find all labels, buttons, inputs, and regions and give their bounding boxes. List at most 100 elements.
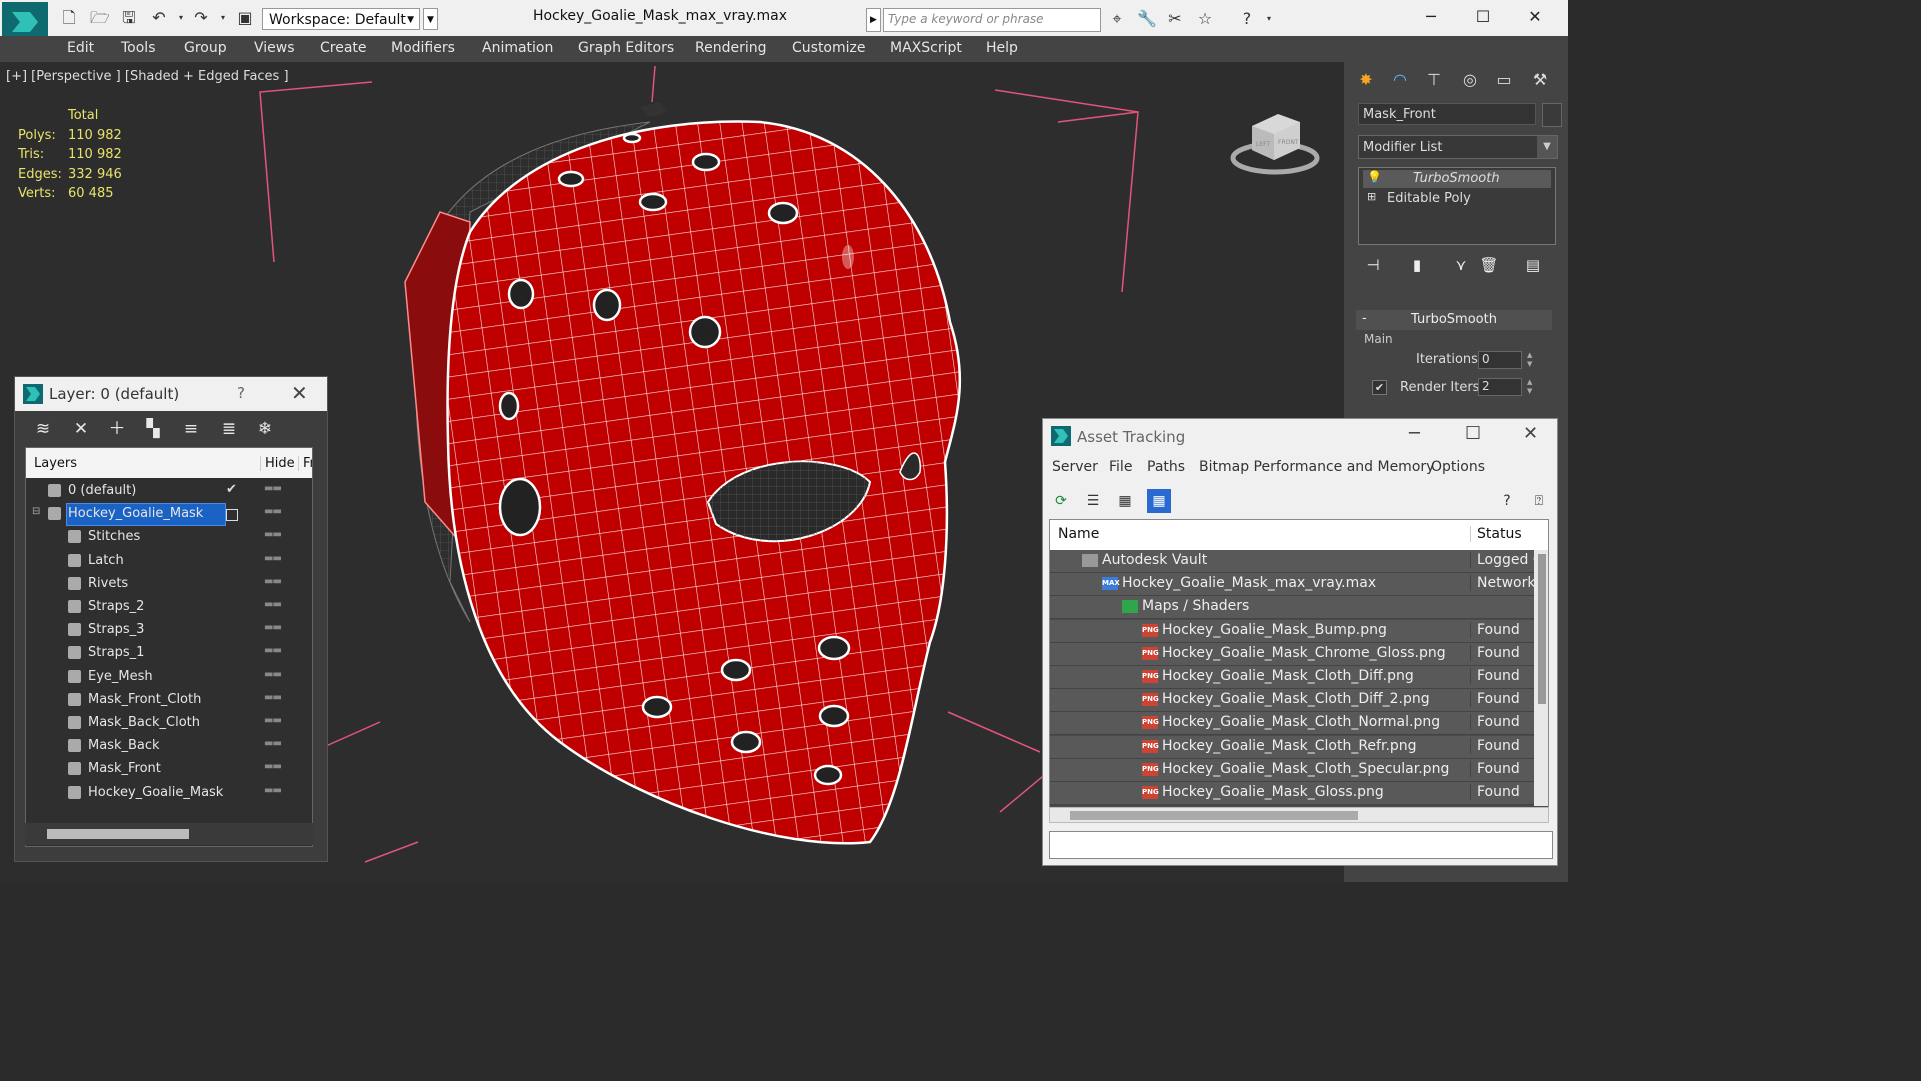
hierarchy-tab-icon[interactable]: ⊤ xyxy=(1420,68,1448,92)
table-view-icon[interactable]: ▦ xyxy=(1147,489,1171,513)
hide-toggle[interactable]: ▬▬ xyxy=(264,692,282,703)
save-icon[interactable]: 🖫 xyxy=(120,10,138,26)
column-freeze[interactable]: Fr xyxy=(298,456,312,471)
asset-row[interactable]: Maps / Shaders xyxy=(1050,596,1534,620)
display-tab-icon[interactable]: ▭ xyxy=(1490,68,1518,92)
menu-group[interactable]: Group xyxy=(184,40,227,56)
expand-plus-icon[interactable]: ⊞ xyxy=(1367,190,1376,203)
favorite-star-icon[interactable]: ☆ xyxy=(1194,8,1216,30)
make-unique-icon[interactable]: ⋎ xyxy=(1450,254,1472,276)
menu-help[interactable]: Help xyxy=(986,40,1018,56)
column-status[interactable]: Status xyxy=(1470,526,1522,542)
menu-maxscript[interactable]: MAXScript xyxy=(890,40,962,56)
workspace-selector[interactable]: Workspace: Default ▼ xyxy=(262,8,420,30)
create-layer-icon[interactable]: ＋ xyxy=(105,417,129,441)
asset-row[interactable]: Autodesk Vault Logged O xyxy=(1050,550,1541,573)
viewport-label[interactable]: [+] [Perspective ] [Shaded + Edged Faces… xyxy=(6,69,289,84)
hide-toggle[interactable]: ▬▬ xyxy=(264,553,282,564)
select-layer-icon[interactable]: ≡ xyxy=(179,417,203,441)
hide-toggle[interactable]: ▬▬ xyxy=(264,599,282,610)
layer-row[interactable]: Mask_Back ▬▬ xyxy=(26,735,312,758)
modify-tab-icon[interactable]: ◠ xyxy=(1386,68,1414,92)
layer-row[interactable]: Hockey_Goalie_Mask ▬▬ xyxy=(26,782,312,805)
asset-menu-bitmap-performance[interactable]: Bitmap Performance and Memory xyxy=(1199,459,1434,475)
asset-row[interactable]: PNG Hockey_Goalie_Mask_Chrome_Gloss.png Fo… xyxy=(1050,642,1534,666)
help-icon[interactable]: ? xyxy=(237,384,245,402)
object-color-swatch[interactable] xyxy=(1542,103,1562,127)
select-objects-icon[interactable]: ▚ xyxy=(141,417,165,441)
pin-stack-icon[interactable]: ⊣ xyxy=(1362,254,1384,276)
layer-row[interactable]: Mask_Front ▬▬ xyxy=(26,758,312,781)
create-tab-icon[interactable]: ✸ xyxy=(1352,68,1380,92)
lightbulb-icon[interactable]: 💡 xyxy=(1367,170,1382,184)
asset-horizontal-scrollbar[interactable] xyxy=(1049,807,1549,823)
viewcube[interactable]: LEFT FRONT xyxy=(1230,106,1320,180)
freeze-all-icon[interactable]: ❄ xyxy=(253,417,277,441)
render-iters-field[interactable]: 2 xyxy=(1478,378,1522,396)
menu-tools[interactable]: Tools xyxy=(121,40,156,56)
layer-row[interactable]: Eye_Mesh ▬▬ xyxy=(26,666,312,689)
layer-row[interactable]: Mask_Back_Cloth ▬▬ xyxy=(26,712,312,735)
menu-graph-editors[interactable]: Graph Editors xyxy=(578,40,674,56)
column-name[interactable]: Name xyxy=(1058,526,1099,542)
layer-row[interactable]: Stitches ▬▬ xyxy=(26,526,312,549)
menu-modifiers[interactable]: Modifiers xyxy=(391,40,455,56)
asset-row[interactable]: MAX Hockey_Goalie_Mask_max_vray.max Networ… xyxy=(1050,573,1535,597)
layer-row[interactable]: Straps_3 ▬▬ xyxy=(26,619,312,642)
render-iters-spinner[interactable]: ▲ ▼ xyxy=(1527,378,1535,396)
asset-row[interactable]: PNG Hockey_Goalie_Mask_Cloth_Normal.png Fo… xyxy=(1050,712,1534,736)
asset-row[interactable]: PNG Hockey_Goalie_Mask_Gloss.png Found xyxy=(1050,782,1534,805)
binoculars-icon[interactable]: ⌖ xyxy=(1106,8,1128,30)
scrollbar-thumb[interactable] xyxy=(1070,811,1358,820)
object-name-field[interactable]: Mask_Front xyxy=(1358,103,1536,125)
column-layers[interactable]: Layers xyxy=(34,456,77,471)
close-icon[interactable]: ✕ xyxy=(1520,5,1550,29)
hide-toggle[interactable]: ▬▬ xyxy=(264,761,282,772)
layer-horizontal-scrollbar[interactable] xyxy=(25,823,313,845)
iterations-field[interactable]: 0 xyxy=(1478,351,1522,369)
layer-add-selection-icon[interactable]: ≋ xyxy=(31,417,55,441)
help-icon[interactable]: ? xyxy=(1236,8,1258,30)
asset-menu-server[interactable]: Server xyxy=(1052,459,1098,475)
redo-icon[interactable]: ↷ xyxy=(192,10,210,26)
asset-row[interactable]: PNG Hockey_Goalie_Mask_Cloth_Specular.png… xyxy=(1050,758,1534,782)
iterations-spinner[interactable]: ▲ ▼ xyxy=(1527,351,1535,369)
delete-layer-icon[interactable]: ✕ xyxy=(69,417,93,441)
hide-toggle[interactable]: ▬▬ xyxy=(264,483,282,494)
layer-row[interactable]: Mask_Front_Cloth ▬▬ xyxy=(26,689,312,712)
turbosmooth-rollout-header[interactable]: - TurboSmooth xyxy=(1356,310,1552,330)
hide-toggle[interactable]: ▬▬ xyxy=(264,785,282,796)
layer-row[interactable]: Latch ▬▬ xyxy=(26,550,312,573)
maximize-icon[interactable]: ☐ xyxy=(1468,5,1498,29)
scrollbar-thumb[interactable] xyxy=(1538,554,1546,704)
tools-icon[interactable]: ✂ xyxy=(1164,8,1186,30)
stack-item-turbosmooth[interactable]: 💡 TurboSmooth xyxy=(1363,170,1551,188)
list-view-icon[interactable]: ☰ xyxy=(1081,489,1105,513)
wrench-icon[interactable]: 🔧 xyxy=(1136,8,1158,30)
thumbnail-view-icon[interactable]: ▦ xyxy=(1113,489,1137,513)
hide-toggle[interactable]: ▬▬ xyxy=(264,645,282,656)
minimize-icon[interactable]: ─ xyxy=(1409,423,1420,444)
configure-modifier-sets-icon[interactable]: ▤ xyxy=(1522,254,1544,276)
render-iters-checkbox[interactable]: ✔ xyxy=(1372,380,1387,395)
help-dropdown-icon[interactable]: ▾ xyxy=(1258,8,1280,30)
search-expand-button[interactable]: ▶ xyxy=(866,8,881,32)
menu-create[interactable]: Create xyxy=(320,40,367,56)
refresh-icon[interactable]: ⟳ xyxy=(1049,489,1073,513)
layer-row[interactable]: ⊟ Hockey_Goalie_Mask ▬▬ xyxy=(26,503,312,527)
layer-row[interactable]: Straps_2 ▬▬ xyxy=(26,596,312,619)
menu-rendering[interactable]: Rendering xyxy=(695,40,767,56)
asset-row[interactable]: PNG Hockey_Goalie_Mask_Cloth_Refr.png Foun… xyxy=(1050,735,1534,759)
context-help-icon[interactable]: ⍰ xyxy=(1527,489,1551,513)
collapse-minus-icon[interactable]: ⊟ xyxy=(32,506,40,517)
project-folder-icon[interactable]: ▣ xyxy=(236,10,254,26)
asset-menu-file[interactable]: File xyxy=(1109,459,1132,475)
column-hide[interactable]: Hide xyxy=(260,456,295,471)
hide-toggle[interactable]: ▬▬ xyxy=(264,715,282,726)
new-file-icon[interactable]: 🗋 xyxy=(60,10,78,26)
remove-modifier-icon[interactable]: 🗑 xyxy=(1478,254,1500,276)
menu-animation[interactable]: Animation xyxy=(482,40,553,56)
help-icon[interactable]: ? xyxy=(1495,489,1519,513)
hide-all-icon[interactable]: ≣ xyxy=(217,417,241,441)
utilities-tab-icon[interactable]: ⚒ xyxy=(1526,68,1554,92)
